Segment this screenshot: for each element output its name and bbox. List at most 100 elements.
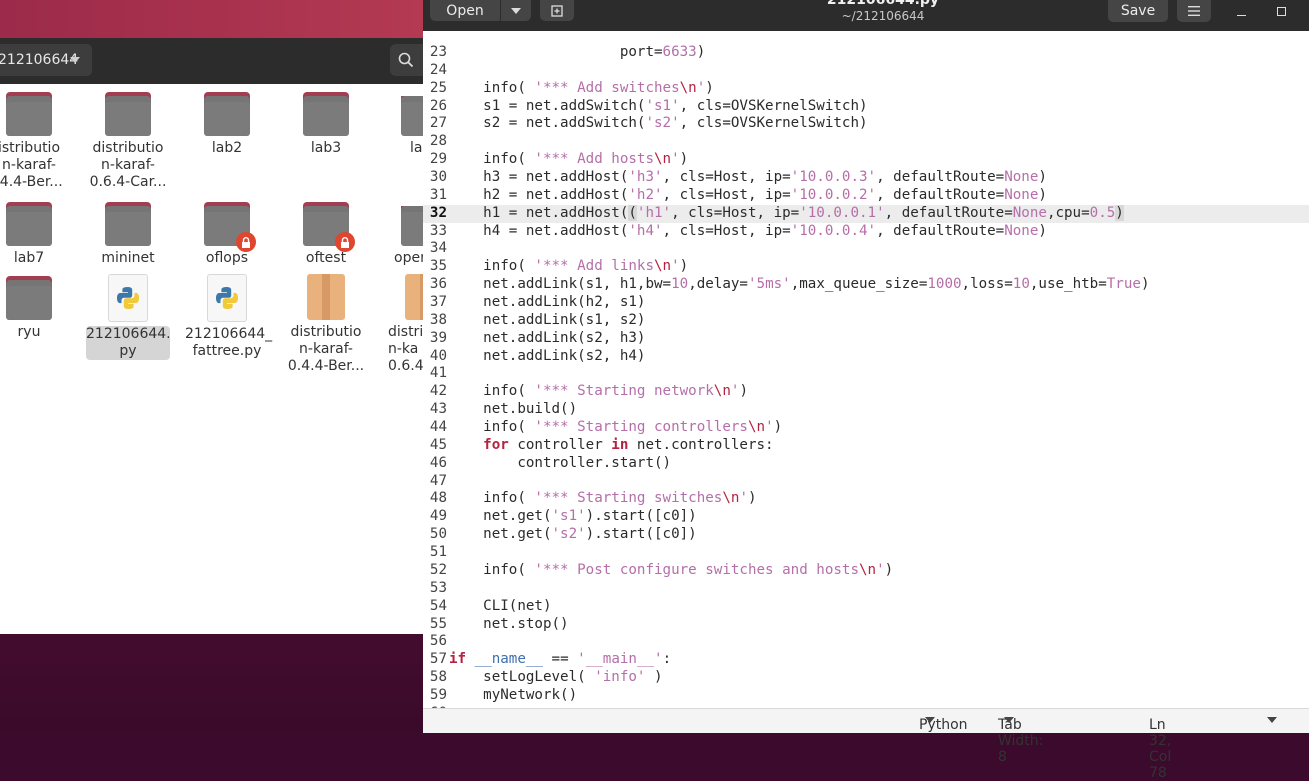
code-line: 49 net.get('s1').start([c0]) bbox=[429, 508, 697, 525]
code-line: 44 info( '*** Starting controllers\n') bbox=[429, 419, 783, 436]
folder-icon bbox=[105, 202, 151, 246]
chevron-down-icon[interactable] bbox=[70, 57, 80, 63]
python-file-icon bbox=[108, 274, 148, 322]
chevron-down-icon bbox=[925, 717, 935, 723]
hamburger-icon bbox=[1188, 6, 1200, 16]
lock-icon bbox=[236, 232, 256, 252]
folder-icon bbox=[6, 276, 52, 320]
file-manager-window: 212106644 istributio n-karaf- .4.4-Ber... … bbox=[0, 38, 430, 634]
code-line: 35 info( '*** Add links\n') bbox=[429, 258, 689, 275]
folder-icon bbox=[303, 202, 355, 252]
folder-icon bbox=[6, 92, 52, 136]
code-line: 38 net.addLink(s1, s2) bbox=[429, 311, 646, 328]
code-line: 53 bbox=[429, 579, 447, 596]
minimize-button[interactable] bbox=[1237, 4, 1246, 20]
maximize-button[interactable] bbox=[1277, 4, 1286, 20]
path-label: 212106644 bbox=[0, 52, 79, 68]
item-label: lab3 bbox=[310, 140, 342, 156]
grid-item-1[interactable]: distributio n-karaf- 0.6.4-Car... bbox=[86, 92, 170, 191]
text-editor-window: Open 212106644.py ~/212106644 Save 23 po… bbox=[423, 0, 1309, 781]
item-label: mininet bbox=[101, 250, 155, 266]
chevron-down-icon bbox=[1267, 717, 1277, 723]
code-line: 29 info( '*** Add hosts\n') bbox=[429, 151, 689, 168]
grid-item-11[interactable]: 212106644. py bbox=[86, 274, 171, 360]
grid-item-13[interactable]: distributio n-karaf- 0.4.4-Ber... bbox=[284, 274, 368, 375]
window-subtitle: ~/212106644 bbox=[841, 9, 925, 23]
code-line: 47 bbox=[429, 472, 447, 489]
code-line: 56 bbox=[429, 633, 447, 650]
code-line: 33 h4 = net.addHost('h4', cls=Host, ip='… bbox=[429, 222, 1047, 239]
code-line: 23 port=6633) bbox=[429, 44, 706, 60]
item-label: lab2 bbox=[211, 140, 243, 156]
code-line: 55 net.stop() bbox=[429, 615, 569, 632]
code-line: 25 info( '*** Add switches\n') bbox=[429, 79, 714, 96]
path-bar[interactable]: 212106644 bbox=[0, 44, 92, 76]
item-label: istributio n-karaf- .4.4-Ber... bbox=[0, 140, 63, 190]
code-line: 27 s2 = net.addSwitch('s2', cls=OVSKerne… bbox=[429, 115, 868, 132]
folder-icon bbox=[204, 202, 256, 252]
maximize-icon bbox=[1277, 7, 1286, 16]
python-file-icon bbox=[207, 274, 247, 322]
code-line: 54 CLI(net) bbox=[429, 597, 552, 614]
code-line: 36 net.addLink(s1, h1,bw=10,delay='5ms',… bbox=[429, 276, 1150, 293]
tab-width-label: Tab Width: 8 bbox=[998, 717, 1044, 765]
folder-icon bbox=[105, 92, 151, 136]
code-line: 50 net.get('s2').start([c0]) bbox=[429, 526, 697, 543]
archive-icon bbox=[307, 274, 345, 320]
code-line: 52 info( '*** Post configure switches an… bbox=[429, 561, 894, 578]
code-line: 51 bbox=[429, 544, 447, 561]
cursor-position-label: Ln 32, Col 78 bbox=[1149, 717, 1172, 781]
grid-item-8[interactable]: oftest bbox=[284, 202, 368, 267]
save-label: Save bbox=[1120, 3, 1156, 19]
item-label: 212106644_ fattree.py bbox=[185, 326, 273, 359]
item-label: distributio n-karaf- 0.6.4-Car... bbox=[89, 140, 167, 190]
code-line: 43 net.build() bbox=[429, 401, 578, 418]
code-line: 45 for controller in net.controllers: bbox=[429, 436, 774, 453]
code-line: 59 myNetwork() bbox=[429, 686, 578, 703]
code-line-current: 32 h1 = net.addHost(('h1', cls=Host, ip=… bbox=[423, 204, 1309, 223]
archive-icon bbox=[405, 274, 423, 320]
grid-item-10[interactable]: ryu bbox=[0, 276, 71, 341]
item-label: lab7 bbox=[13, 250, 45, 266]
folder-icon bbox=[303, 92, 349, 136]
code-line: 42 info( '*** Starting network\n') bbox=[429, 383, 748, 400]
grid-item-3[interactable]: lab3 bbox=[284, 92, 368, 157]
item-label: la bbox=[410, 140, 423, 156]
code-line: 24 bbox=[429, 61, 447, 78]
grid-item-4[interactable]: la bbox=[382, 96, 423, 157]
open-label: Open bbox=[446, 2, 484, 19]
code-line: 58 setLogLevel( 'info' ) bbox=[429, 669, 663, 686]
folder-icon bbox=[401, 206, 423, 246]
code-editor[interactable]: 23 port=6633) 24 25 info( '*** Add switc… bbox=[423, 34, 1309, 708]
chevron-down-icon bbox=[511, 7, 521, 14]
code-line: 31 h2 = net.addHost('h2', cls=Host, ip='… bbox=[429, 186, 1047, 203]
item-label: distrin-ka0.6.4- bbox=[388, 324, 423, 374]
window-title: 212106644.py bbox=[826, 0, 940, 8]
open-button[interactable]: Open bbox=[430, 0, 500, 21]
save-button[interactable]: Save bbox=[1108, 0, 1168, 22]
code-line: 46 controller.start() bbox=[429, 454, 672, 471]
grid-item-6[interactable]: mininet bbox=[86, 202, 170, 267]
search-icon bbox=[398, 52, 414, 68]
item-label: 212106644. py bbox=[86, 326, 171, 360]
grid-item-7[interactable]: oflops bbox=[185, 202, 269, 267]
chevron-down-icon bbox=[1004, 717, 1014, 723]
lock-icon bbox=[335, 232, 355, 252]
grid-item-0[interactable]: istributio n-karaf- .4.4-Ber... bbox=[0, 92, 71, 191]
open-menu-button[interactable] bbox=[501, 0, 531, 21]
code-line: 41 bbox=[429, 365, 447, 382]
status-bar: Python Tab Width: 8 Ln 32, Col 78 bbox=[423, 708, 1309, 781]
grid-item-5[interactable]: lab7 bbox=[0, 202, 71, 267]
grid-item-14[interactable]: distrin-ka0.6.4- bbox=[382, 274, 423, 375]
desktop-top-strip bbox=[0, 0, 430, 38]
grid-item-2[interactable]: lab2 bbox=[185, 92, 269, 157]
menu-button[interactable] bbox=[1177, 0, 1211, 22]
grid-item-9[interactable]: open bbox=[382, 206, 423, 267]
code-line: 34 bbox=[429, 240, 447, 257]
file-manager-header: 212106644 bbox=[0, 38, 430, 84]
code-line: 40 net.addLink(s2, h4) bbox=[429, 347, 646, 364]
grid-item-12[interactable]: 212106644_ fattree.py bbox=[185, 274, 273, 360]
new-tab-button[interactable] bbox=[540, 0, 574, 21]
code-line: 37 net.addLink(h2, s1) bbox=[429, 294, 646, 311]
